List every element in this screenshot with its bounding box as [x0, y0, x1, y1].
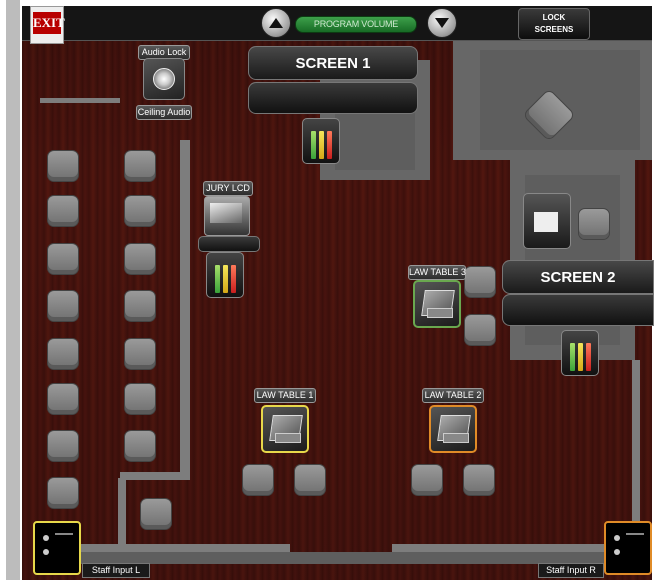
laptop-keyboard	[427, 308, 453, 318]
jury-box-wall-bottom	[120, 472, 190, 480]
jury-chair	[47, 477, 79, 509]
down-arrow-icon	[435, 18, 449, 28]
table-chair	[464, 266, 496, 298]
lock-line2: SCREENS	[534, 25, 574, 34]
jury-chair	[47, 383, 79, 415]
vertical-scrollbar[interactable]	[6, 0, 20, 580]
staff-input-right-plate[interactable]	[604, 521, 652, 575]
program-volume-bar[interactable]: PROGRAM VOLUME	[295, 16, 417, 33]
jury-chair	[47, 290, 79, 322]
courtroom-control-panel: EXIT PROGRAM VOLUME LOCK SCREENS SCREEN …	[0, 0, 654, 580]
jury-chair	[124, 195, 156, 227]
lock-line1: LOCK	[542, 13, 566, 22]
up-arrow-icon	[269, 18, 283, 28]
jury-box-wall-right	[180, 140, 190, 480]
clerk-desk-inner	[335, 110, 415, 170]
bar-rail	[80, 544, 290, 552]
plate-text	[626, 533, 644, 535]
jury-audio-meter[interactable]	[206, 252, 244, 298]
input-jack	[614, 535, 620, 541]
table-chair	[294, 464, 326, 496]
jury-chair	[124, 150, 156, 182]
table-chair	[411, 464, 443, 496]
lock-screens-button[interactable]: LOCK SCREENS	[518, 8, 590, 40]
table-chair	[464, 314, 496, 346]
screen-1-audio-meter[interactable]	[302, 118, 340, 164]
law-table-3-button[interactable]	[413, 280, 461, 328]
jury-chair	[124, 338, 156, 370]
screen-1-source-button[interactable]	[248, 82, 418, 114]
jury-box-wall-lower	[118, 478, 126, 548]
ceiling-audio-label: Ceiling Audio	[136, 105, 192, 120]
speaker-icon[interactable]	[143, 58, 185, 100]
law-table-2-label: LAW TABLE 2	[422, 388, 484, 403]
staff-input-right-label: Staff Input R	[538, 563, 604, 578]
jury-chair	[47, 430, 79, 462]
volume-down-button[interactable]	[427, 8, 457, 38]
exit-sign: EXIT	[30, 6, 65, 44]
jury-chair	[47, 243, 79, 275]
jury-chair	[124, 243, 156, 275]
bar-rail-right	[392, 544, 632, 552]
jury-chair	[124, 430, 156, 462]
input-jack	[43, 535, 49, 541]
laptop-keyboard	[443, 433, 469, 443]
monitor-screen	[210, 203, 242, 223]
volume-up-button[interactable]	[261, 8, 291, 38]
jury-chair	[124, 290, 156, 322]
screen-2-button[interactable]: SCREEN 2	[502, 260, 654, 294]
jury-chair	[124, 383, 156, 415]
law-table-2-button[interactable]	[429, 405, 477, 453]
exit-text: EXIT	[33, 12, 65, 34]
law-table-3-label: LAW TABLE 3	[408, 265, 466, 280]
speaker-cone	[153, 68, 175, 90]
table-chair	[463, 464, 495, 496]
jury-chair	[47, 150, 79, 182]
document-camera-icon[interactable]	[523, 193, 571, 249]
camera-body	[534, 212, 558, 232]
jury-chair	[47, 338, 79, 370]
screen-2-audio-meter[interactable]	[561, 330, 599, 376]
jury-box-wall-top	[40, 98, 120, 103]
jury-chair	[140, 498, 172, 530]
plate-text	[55, 533, 73, 535]
jury-lcd-source-button[interactable]	[198, 236, 260, 252]
witness-chair	[578, 208, 610, 240]
input-jack	[614, 549, 620, 555]
staff-input-left-label: Staff Input L	[82, 563, 150, 578]
monitor-icon[interactable]	[204, 196, 250, 236]
screen-2-source-button[interactable]	[502, 294, 654, 326]
laptop-keyboard	[275, 433, 301, 443]
table-chair	[242, 464, 274, 496]
screen-1-button[interactable]: SCREEN 1	[248, 46, 418, 80]
law-table-1-label: LAW TABLE 1	[254, 388, 316, 403]
staff-input-left-plate[interactable]	[33, 521, 81, 575]
input-jack	[43, 549, 49, 555]
jury-chair	[47, 195, 79, 227]
law-table-1-button[interactable]	[261, 405, 309, 453]
jury-lcd-label: JURY LCD	[203, 181, 253, 196]
